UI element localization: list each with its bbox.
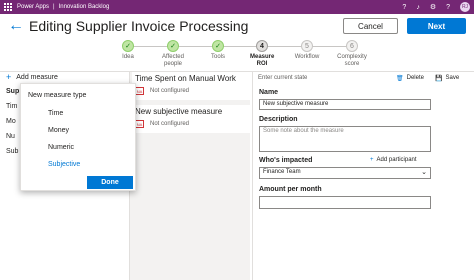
add-participant-label: Add participant: [376, 157, 417, 163]
check-icon: ✓: [167, 40, 179, 52]
measure-cards-panel: Time Spent on Manual Work NA Not configu…: [130, 72, 250, 280]
new-measure-type-popup: New measure type Time Money Numeric Subj…: [20, 83, 136, 191]
amount-label: Amount per month: [259, 186, 322, 193]
page-header: ← Editing Supplier Invoice Processing Ca…: [0, 14, 474, 40]
option-numeric[interactable]: Numeric: [48, 144, 74, 151]
list-item[interactable]: Sub: [6, 144, 19, 159]
measure-list: Sup Tim Mo Nu Sub: [6, 84, 19, 159]
gear-icon[interactable]: ⚙: [430, 3, 436, 11]
cancel-button[interactable]: Cancel: [343, 18, 398, 34]
not-configured-icon: NA: [135, 120, 144, 128]
list-item[interactable]: Sup: [6, 84, 19, 99]
option-subjective[interactable]: Subjective: [48, 161, 80, 168]
step-tools[interactable]: ✓ Tools: [198, 40, 238, 61]
add-measure-label: Add measure: [16, 73, 58, 81]
add-participant-button[interactable]: + Add participant: [370, 157, 417, 163]
back-arrow-icon[interactable]: ←: [8, 17, 24, 35]
impacted-label: Who's impacted: [259, 157, 313, 164]
step-number: 6: [346, 40, 358, 52]
name-input[interactable]: New subjective measure: [259, 99, 431, 110]
list-item[interactable]: Nu: [6, 129, 19, 144]
popup-title: New measure type: [28, 92, 87, 99]
plus-icon: +: [370, 157, 374, 163]
step-label: Tools: [210, 54, 225, 60]
measure-card-status: Not configured: [150, 121, 190, 127]
list-item[interactable]: Mo: [6, 114, 19, 129]
description-label: Description: [259, 116, 298, 123]
step-label: Complexity score: [337, 54, 367, 67]
environment-name[interactable]: Innovation Backlog: [59, 4, 110, 10]
delete-label: Delete: [406, 75, 424, 81]
impacted-value: Finance Team: [263, 169, 301, 175]
step-complexity-score[interactable]: 6 Complexity score: [332, 40, 372, 68]
not-configured-icon: NA: [135, 87, 144, 95]
delete-button[interactable]: 🗑 Delete: [396, 75, 424, 82]
save-button[interactable]: 💾 Save: [435, 75, 459, 82]
step-label: Workflow: [294, 54, 320, 60]
app-name[interactable]: Power Apps: [17, 4, 49, 10]
list-item[interactable]: Tim: [6, 99, 19, 114]
trash-icon: 🗑: [396, 76, 404, 82]
app-launcher-icon[interactable]: [4, 3, 12, 11]
step-number: 4: [256, 40, 268, 52]
check-icon: ✓: [122, 40, 134, 52]
measure-card[interactable]: New subjective measure NA Not configured: [132, 105, 250, 133]
step-measure-roi[interactable]: 4 Measure ROI: [242, 40, 282, 68]
bell-icon[interactable]: ♪: [416, 4, 420, 11]
step-workflow[interactable]: 5 Workflow: [287, 40, 327, 61]
breadcrumb-separator: |: [53, 4, 55, 10]
measure-card-status: Not configured: [150, 88, 190, 94]
impacted-select[interactable]: Finance Team ⌄: [259, 167, 431, 179]
breadcrumb: Power Apps | Innovation Backlog: [17, 4, 109, 10]
done-button[interactable]: Done: [87, 176, 133, 189]
save-icon: 💾: [435, 76, 443, 82]
description-input[interactable]: Some note about the measure: [259, 126, 431, 152]
measure-detail-panel: Enter current state 🗑 Delete 💾 Save Name…: [252, 72, 474, 280]
step-number: 5: [301, 40, 313, 52]
measure-card[interactable]: Time Spent on Manual Work NA Not configu…: [132, 72, 250, 100]
add-measure-button[interactable]: + Add measure: [6, 72, 58, 82]
current-state-input[interactable]: Enter current state: [258, 75, 307, 81]
progress-stepper: ✓ Idea ✓ Affected people ✓ Tools 4 Measu…: [108, 40, 368, 72]
avatar[interactable]: RJ: [460, 2, 470, 12]
page-title: Editing Supplier Invoice Processing: [29, 18, 249, 34]
plus-icon: +: [6, 72, 12, 82]
step-label: Idea: [122, 54, 134, 60]
step-affected-people[interactable]: ✓ Affected people: [153, 40, 193, 68]
measure-card-title: New subjective measure: [135, 107, 223, 116]
step-label: Measure ROI: [250, 54, 275, 67]
top-bar: Power Apps | Innovation Backlog ? ♪ ⚙ ? …: [0, 0, 474, 14]
chevron-down-icon: ⌄: [421, 169, 427, 176]
measure-card-title: Time Spent on Manual Work: [135, 74, 236, 83]
next-button[interactable]: Next: [407, 18, 466, 34]
option-time[interactable]: Time: [48, 110, 63, 117]
check-icon: ✓: [212, 40, 224, 52]
option-money[interactable]: Money: [48, 127, 69, 134]
help-icon[interactable]: ?: [402, 4, 406, 11]
step-label: Affected people: [162, 54, 184, 67]
question-icon[interactable]: ?: [446, 4, 450, 11]
step-idea[interactable]: ✓ Idea: [108, 40, 148, 61]
amount-input[interactable]: [259, 196, 431, 209]
save-label: Save: [445, 75, 460, 81]
name-label: Name: [259, 89, 279, 96]
